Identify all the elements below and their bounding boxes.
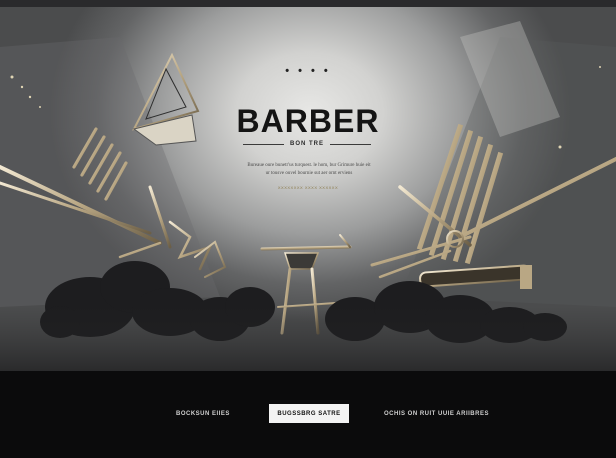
- nav-link-right[interactable]: OCHIS ON RUIT UUIE ARIIBRES: [384, 411, 489, 417]
- cta-button[interactable]: BUGSSBRG SATRE: [269, 404, 349, 423]
- decorative-dots: • • • •: [285, 65, 331, 77]
- hero-description: Bureaue oure bunetr'us turquest. le hom,…: [247, 163, 371, 176]
- page-title: BARBER: [236, 103, 380, 139]
- hero-section: • • • • BARBER BON TRE Bureaue oure bune…: [0, 7, 616, 371]
- floor-shadow: [0, 307, 616, 371]
- top-bar: [0, 0, 616, 7]
- subtitle: BON TRE: [290, 141, 324, 147]
- subtitle-row: BON TRE: [243, 139, 371, 149]
- hero-link[interactable]: XXXXXXXX XXXX XXXXXX: [0, 185, 616, 190]
- subtitle-rule-right: [330, 143, 371, 145]
- nav-link-left[interactable]: BOCKSUN EIIES: [176, 411, 230, 417]
- subtitle-rule-left: [243, 143, 284, 145]
